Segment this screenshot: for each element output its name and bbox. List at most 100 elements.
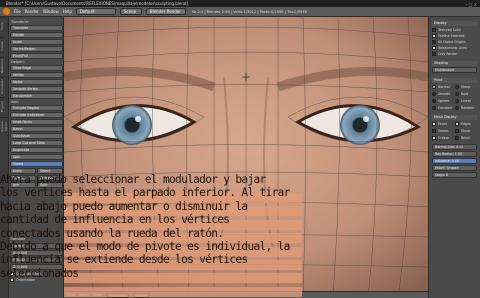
shading-section: Shading Multitexture — [431, 58, 478, 74]
screw-button[interactable]: Screw — [10, 161, 63, 167]
display-option-row[interactable]: Outline Selected — [432, 33, 477, 38]
mesh-option[interactable]: Sharp — [455, 128, 477, 133]
loop-cut-button[interactable]: Loop Cut and Slide — [10, 140, 63, 146]
rotate-button[interactable]: Rotate — [10, 32, 63, 38]
extrude-individual-button[interactable]: Extrude Individual — [10, 112, 63, 118]
pivot-option[interactable]: Root — [455, 91, 477, 96]
scene-selector[interactable]: Scene — [119, 8, 142, 15]
subtitle-line: cantidad de influencia en los vértices — [0, 213, 230, 227]
pivot-option[interactable]: Normal — [432, 84, 454, 89]
checkbox-icon[interactable] — [432, 135, 436, 140]
numeric-fields-section: Normal Size: 0.10 Ray Radius: 1.00 Influ… — [431, 142, 478, 179]
menu-help[interactable]: Help — [63, 9, 72, 14]
checkbox-icon[interactable] — [432, 33, 436, 38]
shrink-fatten-button[interactable]: Shrink/Fatten — [10, 46, 63, 52]
mesh-option-label: Sharp — [461, 128, 471, 133]
mesh-option-label: Faces — [438, 121, 447, 126]
normal-size-field[interactable]: Normal Size: 0.10 — [432, 144, 477, 150]
bevel-button[interactable]: Bevel — [10, 126, 63, 132]
radio-icon[interactable] — [432, 91, 436, 96]
radio-icon[interactable] — [455, 105, 459, 110]
ray-radius-field[interactable]: Ray Radius: 1.00 — [432, 151, 477, 157]
spin-button[interactable]: Spin — [10, 154, 63, 160]
vertex-button[interactable]: Vertex — [10, 72, 63, 78]
duplicate-button[interactable]: Duplicate — [10, 147, 63, 153]
subtitle-line: los vertices hasta el parpado inferior. … — [0, 186, 290, 200]
extrude-region-button[interactable]: Extrude Region — [10, 105, 63, 111]
translate-button[interactable]: Translate — [10, 25, 63, 31]
checkbox-icon[interactable] — [432, 45, 436, 50]
display-option-row[interactable]: Relationship Lines — [432, 45, 477, 50]
shading-heading[interactable]: Shading — [432, 61, 477, 66]
randomize-button[interactable]: Randomize — [10, 93, 63, 99]
falloff-selector[interactable]: Falloff: Smooth — [432, 165, 477, 171]
subtitle-line: Ahora puedo seleccionar el modulador y b… — [0, 173, 266, 186]
render-engine-selector[interactable]: Blender Render — [145, 8, 186, 15]
display-option-row[interactable]: All Object Origins — [432, 39, 477, 44]
subtitle-line: influencia se extiende desde los vértice… — [0, 253, 248, 267]
tab-animation[interactable]: Animation — [0, 77, 4, 97]
mesh-display-options: Faces Edges Seams Sharp Crease Bevel — [432, 120, 477, 140]
checkbox-icon[interactable] — [455, 128, 459, 133]
pivot-option[interactable]: Smooth — [432, 91, 454, 96]
pivot-option-label: Linear — [461, 98, 471, 103]
tab-physics[interactable]: Physics — [0, 97, 4, 117]
checkbox-icon[interactable] — [455, 121, 459, 126]
properties-sidebar: Display Textured Solid Outline Selected … — [428, 17, 480, 298]
scale-button[interactable]: Scale — [10, 39, 63, 45]
steps-field[interactable]: Steps: 8 — [432, 172, 477, 178]
pivot-option-label: Sphere — [438, 98, 450, 103]
radio-icon[interactable] — [432, 98, 436, 103]
subtitle-line: conectados usando la rueda del ratón. — [0, 226, 224, 240]
checkbox-icon[interactable] — [432, 51, 436, 56]
pivot-option-label: Constant — [438, 105, 453, 110]
pivot-section: Pivot Normal Sharp Smooth Root Sphere Li… — [431, 75, 478, 111]
tab-grease-pencil[interactable]: Grease Pencil — [0, 117, 8, 137]
mesh-option[interactable]: Crease — [432, 135, 454, 140]
pivot-option[interactable]: Sharp — [455, 84, 477, 89]
influence-field[interactable]: Influence: 0.40 — [432, 158, 477, 164]
radio-icon[interactable] — [432, 105, 436, 110]
pivot-option[interactable]: Linear — [455, 98, 477, 103]
pivot-option[interactable]: Random — [455, 105, 477, 110]
tab-create[interactable]: Create — [0, 37, 4, 57]
mesh-option[interactable]: Bevel — [455, 135, 477, 140]
display-heading[interactable]: Display — [432, 21, 477, 26]
tab-relations[interactable]: Relations — [0, 57, 4, 77]
radio-icon[interactable] — [455, 91, 459, 96]
display-option-row[interactable]: Only Render — [432, 51, 477, 56]
mesh-option[interactable]: Edges — [455, 121, 477, 126]
radio-icon[interactable] — [455, 84, 459, 89]
push-pull-button[interactable]: Push/Pull — [10, 53, 63, 59]
pivot-option[interactable]: Sphere — [432, 98, 454, 103]
noise-button[interactable]: Noise — [10, 79, 63, 85]
pivot-option-label: Sharp — [461, 84, 471, 89]
mesh-option[interactable]: Faces — [432, 121, 454, 126]
menu-file[interactable]: File — [14, 9, 21, 14]
inset-faces-button[interactable]: Inset Faces — [10, 119, 63, 125]
smooth-vertex-button[interactable]: Smooth Vertex — [10, 86, 63, 92]
checkbox-icon[interactable] — [432, 121, 436, 126]
layout-selector[interactable]: Default — [75, 8, 116, 15]
display-option-label: All Object Origins — [438, 39, 466, 44]
checkbox-icon[interactable] — [432, 128, 436, 133]
radio-icon[interactable] — [455, 98, 459, 103]
slide-edge-button[interactable]: Slide Edge — [10, 65, 63, 71]
display-section: Display Textured Solid Outline Selected … — [431, 18, 478, 57]
display-option-row[interactable]: Textured Solid — [432, 27, 477, 32]
radio-icon[interactable] — [432, 84, 436, 89]
blender-logo-icon[interactable] — [3, 8, 10, 15]
tab-tools[interactable]: Tools — [0, 17, 4, 37]
pivot-option[interactable]: Constant — [432, 105, 454, 110]
main-menubar: File Render Window Help Default Scene Bl… — [0, 7, 480, 17]
menu-render[interactable]: Render — [25, 9, 39, 14]
checkbox-icon[interactable] — [455, 135, 459, 140]
display-option-label: Textured Solid — [438, 27, 461, 32]
checkbox-icon[interactable] — [432, 27, 436, 32]
mesh-option[interactable]: Seams — [432, 128, 454, 133]
subdivide-button[interactable]: Subdivide — [10, 133, 63, 139]
menu-window[interactable]: Window — [43, 9, 59, 14]
display-option-label: Only Render — [438, 51, 458, 56]
shading-selector[interactable]: Multitexture — [432, 67, 477, 73]
checkbox-icon[interactable] — [432, 39, 436, 44]
